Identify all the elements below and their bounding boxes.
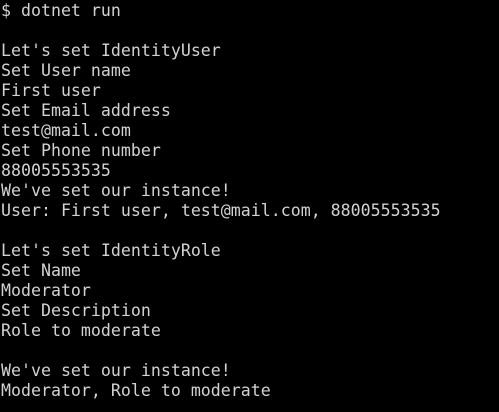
input-echo-line: Moderator: [1, 281, 91, 300]
output-line: Set Phone number: [1, 141, 161, 160]
input-echo-line: test@mail.com: [1, 121, 131, 140]
terminal-output: $ dotnet run Let's set IdentityUser Set …: [1, 1, 499, 401]
output-line: Set Email address: [1, 101, 171, 120]
output-line: Let's set IdentityRole: [1, 241, 221, 260]
output-line: Set User name: [1, 61, 131, 80]
input-echo-line: Role to moderate: [1, 321, 161, 340]
output-line: User: First user, test@mail.com, 8800555…: [1, 201, 441, 220]
output-line: Set Description: [1, 301, 151, 320]
output-line: We've set our instance!: [1, 181, 231, 200]
output-line: Let's set IdentityUser: [1, 41, 221, 60]
input-echo-line: First user: [1, 81, 101, 100]
command-line: $ dotnet run: [1, 1, 121, 20]
output-line: Set Name: [1, 261, 81, 280]
output-line: Moderator, Role to moderate: [1, 381, 271, 400]
terminal-window[interactable]: $ dotnet run Let's set IdentityUser Set …: [0, 0, 499, 412]
output-line: We've set our instance!: [1, 361, 231, 380]
input-echo-line: 88005553535: [1, 161, 111, 180]
